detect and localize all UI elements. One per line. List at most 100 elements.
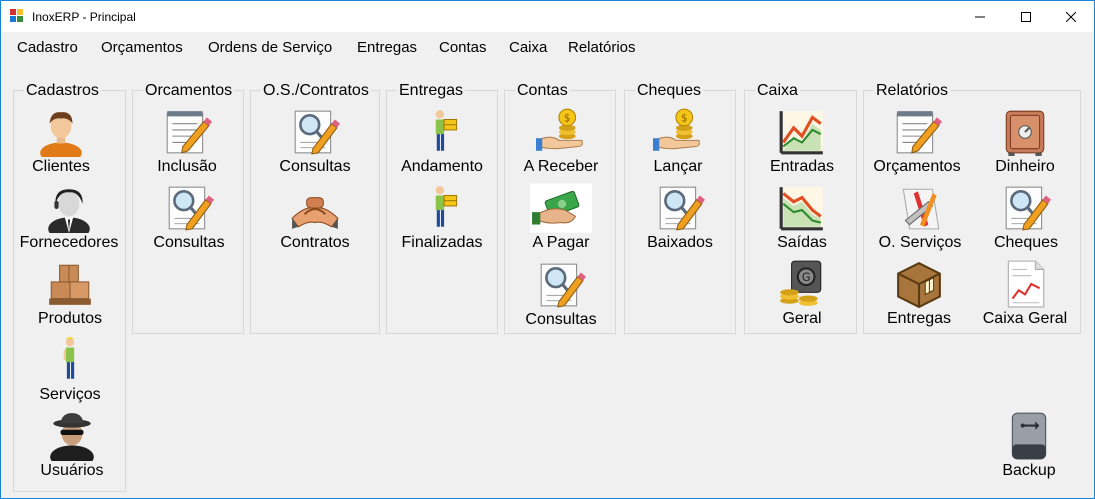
tile-label: Cheques <box>993 234 1059 251</box>
tile-label: Saídas <box>777 234 827 251</box>
coin-hand-icon <box>535 107 587 157</box>
menu-bar: Cadastro Orçamentos Ordens de Serviço En… <box>1 32 1094 62</box>
tile-label: Orçamentos <box>873 158 961 175</box>
tile-label: Inclusão <box>157 158 217 175</box>
tile-caixa-geral[interactable]: Geral <box>742 259 862 335</box>
tile-entregas-andamento[interactable]: Andamento <box>382 107 502 183</box>
menu-ordens-servico[interactable]: Ordens de Serviço <box>208 39 332 56</box>
tile-cheques-lancar[interactable]: Lançar <box>618 107 738 183</box>
tile-label: Backup <box>1002 462 1056 479</box>
tile-rel-entregas[interactable]: Entregas <box>859 259 979 335</box>
tile-os-contratos[interactable]: Contratos <box>255 183 375 259</box>
tile-rel-caixa-geral[interactable]: Caixa Geral <box>965 259 1085 335</box>
tile-label: Andamento <box>401 158 483 175</box>
tile-usuarios[interactable]: Usuários <box>12 411 132 487</box>
worker-icon <box>44 335 96 385</box>
menu-relatorios[interactable]: Relatórios <box>568 39 636 56</box>
magnifier-document-icon <box>1000 183 1052 233</box>
menu-caixa[interactable]: Caixa <box>509 39 547 56</box>
menu-contas[interactable]: Contas <box>439 39 487 56</box>
tile-label: Dinheiro <box>995 158 1055 175</box>
delivery-man-icon <box>416 107 468 157</box>
tile-label: O. Serviços <box>878 234 962 251</box>
title-bar: InoxERP - Principal <box>1 1 1094 32</box>
tile-label: Finalizadas <box>401 234 483 251</box>
magnifier-document-icon <box>654 183 706 233</box>
menu-cadastro[interactable]: Cadastro <box>17 39 78 56</box>
group-title-cadastros: Cadastros <box>24 82 101 100</box>
tile-fornecedores[interactable]: Fornecedores <box>9 183 129 259</box>
tile-orcamento-inclusao[interactable]: Inclusão <box>127 107 247 183</box>
tile-label: Consultas <box>153 234 225 251</box>
tile-rel-dinheiro[interactable]: Dinheiro <box>965 107 1085 183</box>
tile-caixa-saidas[interactable]: Saídas <box>742 183 862 259</box>
menu-orcamentos[interactable]: Orçamentos <box>101 39 183 56</box>
tile-backup[interactable]: Backup <box>969 411 1089 487</box>
tile-label: Baixados <box>647 234 713 251</box>
close-button[interactable] <box>1048 1 1094 32</box>
coins-safe-icon <box>776 259 828 309</box>
tile-orcamento-consultas[interactable]: Consultas <box>129 183 249 259</box>
tile-label: Produtos <box>37 310 103 327</box>
group-title-cheques: Cheques <box>635 82 704 100</box>
tile-label: Lançar <box>653 158 703 175</box>
group-title-caixa: Caixa <box>755 82 800 100</box>
money-hand-icon <box>530 183 592 233</box>
coin-hand-icon <box>652 107 704 157</box>
tile-contas-pagar[interactable]: A Pagar <box>501 183 621 259</box>
tile-label: A Pagar <box>532 234 590 251</box>
main-window: InoxERP - Principal Cadastro Orçamentos … <box>0 0 1095 499</box>
tile-rel-cheques[interactable]: Cheques <box>966 183 1086 259</box>
notepad-pencil-icon <box>161 107 213 157</box>
tile-label: A Receber <box>523 158 599 175</box>
minimize-icon <box>975 16 985 17</box>
tile-clientes[interactable]: Clientes <box>1 107 121 183</box>
tile-label: Caixa Geral <box>982 310 1068 327</box>
group-title-entregas: Entregas <box>397 82 466 100</box>
maximize-button[interactable] <box>1003 1 1049 32</box>
group-title-os: O.S./Contratos <box>261 82 371 100</box>
tile-label: Entradas <box>769 158 835 175</box>
spy-user-icon <box>46 411 98 461</box>
close-icon <box>1066 11 1076 22</box>
chart-down-icon <box>776 183 828 233</box>
tile-label: Geral <box>782 310 822 327</box>
minimize-button[interactable] <box>957 1 1003 32</box>
group-title-relatorios: Relatórios <box>874 82 951 100</box>
tile-rel-orcamentos[interactable]: Orçamentos <box>857 107 977 183</box>
handshake-icon <box>289 183 341 233</box>
tile-label: Consultas <box>525 311 597 328</box>
tile-label: Clientes <box>32 158 90 175</box>
tile-rel-os[interactable]: O. Serviços <box>860 183 980 259</box>
tile-produtos[interactable]: Produtos <box>10 259 130 335</box>
tile-os-consultas[interactable]: Consultas <box>255 107 375 183</box>
chart-up-icon <box>776 107 828 157</box>
group-title-contas: Contas <box>515 82 570 100</box>
tools-icon <box>894 183 946 233</box>
tile-label: Contratos <box>280 234 350 251</box>
tile-servicos[interactable]: Serviços <box>10 335 130 411</box>
notepad-pencil-icon <box>891 107 943 157</box>
boxes-icon <box>44 259 96 309</box>
maximize-icon <box>1021 11 1031 22</box>
tile-entregas-finalizadas[interactable]: Finalizadas <box>382 183 502 259</box>
crate-icon <box>893 259 945 309</box>
tile-label: Usuários <box>40 462 104 479</box>
tile-label: Consultas <box>279 158 351 175</box>
tile-cheques-baixados[interactable]: Baixados <box>620 183 740 259</box>
tile-caixa-entradas[interactable]: Entradas <box>742 107 862 183</box>
window-title: InoxERP - Principal <box>32 10 136 24</box>
person-icon <box>35 107 87 157</box>
magnifier-document-icon <box>535 260 587 310</box>
tile-label: Serviços <box>39 386 101 403</box>
delivery-man-icon <box>416 183 468 233</box>
tile-label: Entregas <box>886 310 952 327</box>
supplier-icon <box>43 183 95 233</box>
tile-label: Fornecedores <box>19 234 119 251</box>
app-icon <box>10 9 23 22</box>
menu-entregas[interactable]: Entregas <box>357 39 417 56</box>
tile-contas-consultas[interactable]: Consultas <box>501 260 621 336</box>
tile-contas-receber[interactable]: A Receber <box>501 107 621 183</box>
usb-drive-icon <box>1003 411 1055 461</box>
report-document-icon <box>999 259 1051 309</box>
